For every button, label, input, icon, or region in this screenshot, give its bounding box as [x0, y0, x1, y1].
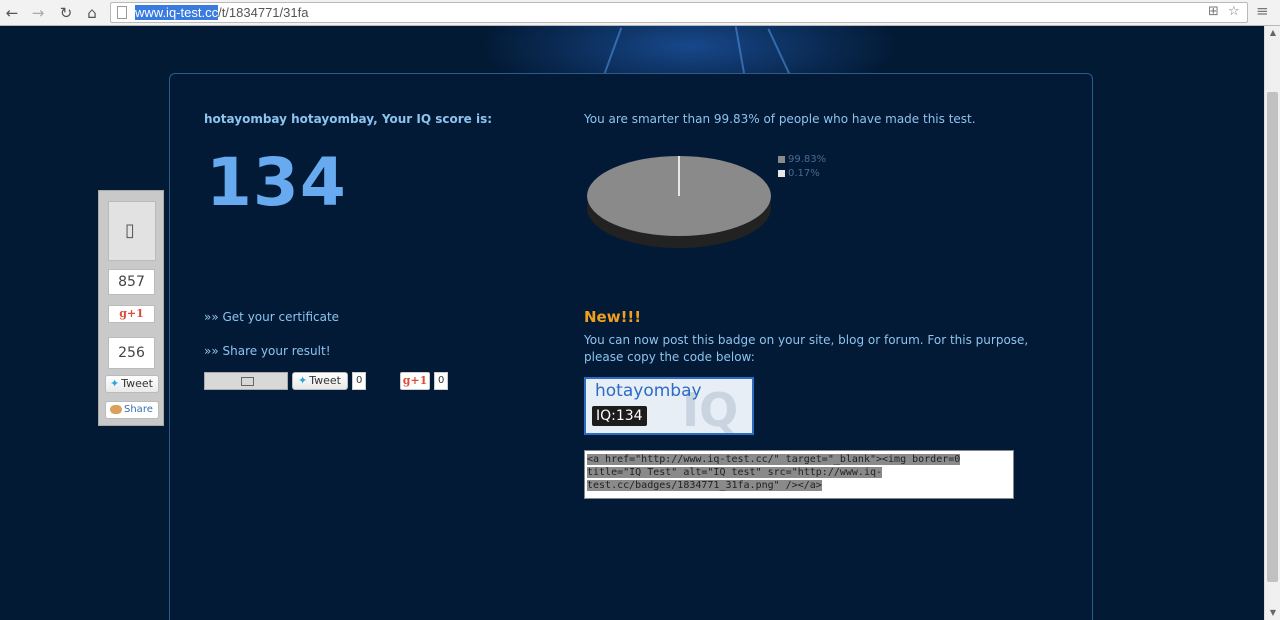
badge-code-text: <a href="http://www.iq-test.cc/" target=…	[587, 454, 961, 491]
side-like-box[interactable]: ▯	[108, 201, 156, 261]
url-host: www.iq-test.cc	[135, 5, 219, 20]
translate-icon[interactable]: ⊞	[1208, 4, 1219, 19]
percentile-text: You are smarter than 99.83% of people wh…	[584, 112, 976, 126]
twitter-bird-icon: ✦	[298, 374, 308, 387]
menu-icon[interactable]: ≡	[1256, 2, 1269, 20]
tweet-label: Tweet	[309, 374, 341, 387]
side-gplus-button[interactable]: g+1	[108, 305, 155, 323]
percentile-pie-chart: 99.83% 0.17%	[584, 142, 834, 254]
badge-description: You can now post this badge on your site…	[584, 333, 1029, 364]
legend-label: 99.83%	[788, 154, 827, 165]
twitter-bird-icon: ✦	[110, 377, 120, 390]
side-share-widget: ▯ 857 g+1 256 ✦ Tweet Share	[98, 190, 164, 426]
get-certificate-link[interactable]: »» Get your certificate	[204, 310, 339, 324]
badge-username: hotayombay	[595, 381, 702, 401]
share-result-link[interactable]: »» Share your result!	[204, 344, 331, 358]
back-icon[interactable]: ←	[2, 3, 22, 23]
browser-toolbar: ← → ↻ ⌂ www.iq-test.cc/t/1834771/31fa ⊞ …	[0, 0, 1280, 26]
iq-badge-image[interactable]: IQ hotayombay IQ:134	[584, 377, 754, 435]
home-icon[interactable]: ⌂	[82, 3, 102, 23]
legend-item: 0.17%	[778, 168, 820, 179]
broken-image-icon: ▯	[125, 220, 135, 241]
score-title: hotayombay hotayombay, Your IQ score is:	[204, 112, 493, 126]
scroll-up-icon[interactable]: ▲	[1265, 26, 1280, 40]
legend-swatch	[778, 169, 785, 177]
side-count-top: 857	[108, 269, 155, 295]
legend-item: 99.83%	[778, 154, 826, 165]
page-icon	[117, 6, 127, 19]
legend-swatch	[778, 155, 785, 163]
reload-icon[interactable]: ↻	[56, 3, 76, 23]
iq-score: 134	[206, 144, 347, 221]
badge-iq-score: IQ:134	[592, 406, 647, 426]
page-viewport: hotayombay hotayombay, Your IQ score is:…	[0, 26, 1264, 620]
google-plus-button[interactable]: g+1	[400, 372, 430, 390]
facebook-like-button[interactable]	[204, 372, 288, 390]
forward-icon[interactable]: →	[28, 3, 48, 23]
badge-code-textarea[interactable]: <a href="http://www.iq-test.cc/" target=…	[584, 450, 1014, 499]
scroll-down-icon[interactable]: ▼	[1265, 606, 1280, 620]
result-panel: hotayombay hotayombay, Your IQ score is:…	[169, 73, 1093, 620]
tweet-count: 0	[352, 372, 367, 390]
broken-image-icon	[241, 377, 254, 386]
address-bar[interactable]: www.iq-test.cc/t/1834771/31fa	[110, 2, 1248, 23]
bookmark-star-icon[interactable]: ☆	[1228, 4, 1240, 19]
url-path: /t/1834771/31fa	[218, 5, 309, 20]
side-tweet-label: Tweet	[121, 377, 153, 390]
tweet-button[interactable]: ✦ Tweet	[292, 372, 348, 390]
side-share-label: Share	[124, 404, 153, 415]
gplus-count: 0	[434, 372, 449, 390]
side-share-button[interactable]: Share	[105, 401, 159, 419]
legend-label: 0.17%	[788, 168, 820, 179]
scroll-thumb[interactable]	[1267, 92, 1278, 582]
brain-icon	[110, 404, 122, 414]
new-badge-heading: New!!!	[584, 308, 642, 326]
side-tweet-button[interactable]: ✦ Tweet	[105, 375, 159, 393]
side-count-second: 256	[108, 337, 155, 369]
pie-svg	[587, 156, 771, 248]
vertical-scrollbar[interactable]: ▲ ▼	[1264, 26, 1280, 620]
